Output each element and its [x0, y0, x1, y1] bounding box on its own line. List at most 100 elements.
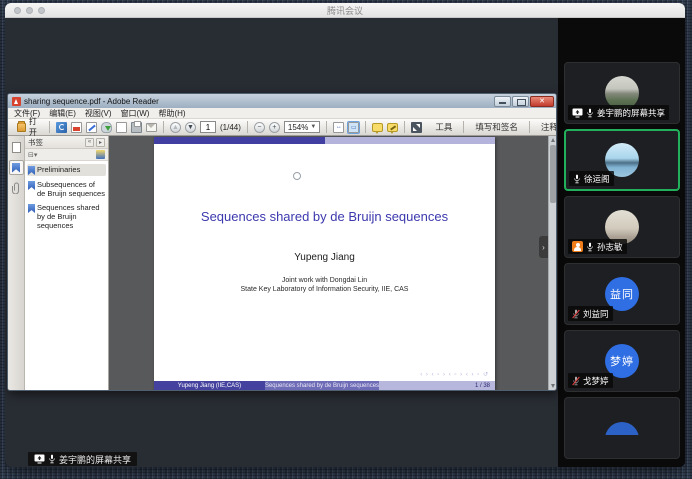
screen-share-label-text: 姜宇鹏的屏幕共享	[59, 453, 131, 466]
bookmark-label: Sequences shared by de Bruijn sequences	[37, 203, 105, 230]
zoom-in-button[interactable]: +	[269, 122, 280, 133]
fullscreen-icon[interactable]	[411, 122, 422, 133]
page-total-label: (1/44)	[220, 123, 241, 132]
comment-button[interactable]: 注释	[536, 121, 557, 133]
footer-author: Yupeng Jiang (IIE,CAS)	[154, 381, 265, 390]
menu-help[interactable]: 帮助(H)	[158, 108, 185, 119]
slide-footer-bar: Yupeng Jiang (IIE,CAS) Sequences shared …	[154, 381, 495, 390]
bookmark-label: Subsequences of de Bruijn sequences	[37, 180, 105, 198]
slide-header-bar	[154, 137, 495, 144]
microphone-icon	[573, 174, 581, 184]
slide-title: Sequences shared by de Bruijn sequences	[154, 209, 495, 224]
screen-share-icon	[34, 454, 45, 464]
fit-page-icon[interactable]: ▭	[348, 122, 359, 133]
bookmarks-panel-title: 书签	[28, 137, 43, 148]
previous-page-button[interactable]: ▲	[170, 122, 181, 133]
menu-view[interactable]: 视图(V)	[85, 108, 112, 119]
cloud-download-icon[interactable]	[101, 122, 112, 133]
microphone-icon	[586, 108, 594, 118]
minimize-window-button[interactable]	[26, 7, 33, 14]
zoom-out-button[interactable]: −	[254, 122, 265, 133]
scroll-down-icon[interactable]	[549, 382, 556, 390]
slide-subtitle-line2: State Key Laboratory of Information Secu…	[154, 286, 495, 293]
attachments-paperclip-icon[interactable]	[9, 180, 24, 195]
meeting-window: 腾讯会议 sharing sequence.pdf - Adobe Reader…	[5, 3, 685, 467]
toolbar-separator	[247, 121, 248, 133]
bookmark-item[interactable]: Preliminaries	[27, 164, 106, 176]
reader-minimize-button[interactable]	[494, 96, 511, 107]
toolbar-separator	[49, 121, 50, 133]
participant-tile[interactable]: 姜宇鹏的屏幕共享	[564, 62, 680, 124]
bookmark-icon	[28, 181, 35, 190]
screen-share-view: sharing sequence.pdf - Adobe Reader 文件(F…	[5, 18, 558, 467]
highlight-comment-icon[interactable]	[387, 123, 398, 132]
bookmark-item[interactable]: Subsequences of de Bruijn sequences	[27, 179, 106, 199]
open-button-label: 打开	[29, 116, 40, 138]
page-number-input[interactable]	[200, 121, 216, 133]
bookmark-icon	[28, 166, 35, 175]
scroll-up-icon[interactable]	[549, 136, 556, 144]
meeting-titlebar: 腾讯会议	[5, 3, 685, 18]
panel-options-icon[interactable]: ▸	[96, 138, 105, 147]
reader-titlebar[interactable]: sharing sequence.pdf - Adobe Reader	[8, 94, 556, 108]
right-pane-toggle[interactable]: ›	[539, 236, 548, 258]
edit-pdf-icon[interactable]	[86, 122, 97, 133]
beamer-navigation-glyphs: ‹ › ‹ ▫ › ‹ ▫ › ‹ › ▫ ↺	[420, 371, 489, 378]
save-pdf-icon[interactable]	[71, 122, 82, 133]
microphone-muted-icon	[572, 309, 580, 319]
screen-share-label: 姜宇鹏的屏幕共享	[28, 452, 137, 466]
participant-name: 徐运阁	[584, 173, 610, 185]
toolbar-separator	[404, 121, 405, 133]
reader-maximize-button[interactable]	[512, 96, 529, 107]
avatar-clipped	[605, 422, 639, 435]
sticky-note-icon[interactable]	[372, 123, 383, 132]
bookmark-icon	[28, 204, 35, 213]
expand-bookmarks-icon[interactable]: ⊟▾	[28, 151, 37, 159]
close-window-button[interactable]	[14, 7, 21, 14]
participant-name: 刘益同	[583, 308, 609, 320]
tools-button[interactable]: 工具	[430, 121, 457, 133]
bookmarks-panel: 书签 « ▸ ⊟▾	[25, 136, 109, 390]
zoom-level-dropdown[interactable]: 154% ▼	[284, 121, 320, 133]
menu-edit[interactable]: 编辑(E)	[49, 108, 76, 119]
print-icon[interactable]	[131, 122, 142, 133]
menu-window[interactable]: 窗口(W)	[121, 108, 150, 119]
page-thumbnails-icon[interactable]	[9, 140, 24, 155]
footer-page-number: 1 / 38	[379, 381, 495, 390]
toolbar-separator	[326, 121, 327, 133]
bookmark-options-icon[interactable]	[96, 150, 105, 159]
host-badge-icon	[572, 241, 583, 252]
institute-logo	[293, 172, 301, 180]
save-file-icon[interactable]	[116, 122, 127, 133]
toolbar-separator	[163, 121, 164, 133]
reader-menubar: 文件(F) 编辑(E) 视图(V) 窗口(W) 帮助(H)	[8, 108, 556, 119]
email-icon[interactable]	[146, 123, 157, 132]
toolbar-separator	[365, 121, 366, 133]
participant-tile[interactable]: 梦婷 戈梦婷	[564, 330, 680, 392]
reader-close-button[interactable]	[530, 96, 554, 107]
bookmarks-panel-icon[interactable]	[9, 160, 24, 175]
document-view: Sequences shared by de Bruijn sequences …	[109, 136, 556, 390]
bookmark-item[interactable]: Sequences shared by de Bruijn sequences	[27, 202, 106, 231]
toolbar-separator	[529, 121, 530, 133]
navigation-pane-strip	[8, 136, 25, 390]
participant-tile-partial[interactable]	[564, 397, 680, 459]
participant-tile[interactable]: 益同 刘益同	[564, 263, 680, 325]
bookmark-label: Preliminaries	[37, 165, 80, 174]
collapse-panel-icon[interactable]: «	[85, 138, 94, 147]
zoom-window-button[interactable]	[38, 7, 45, 14]
next-page-button[interactable]: ▼	[185, 122, 196, 133]
participant-tile-active-speaker[interactable]: 徐运阁	[564, 129, 680, 191]
vertical-scrollbar[interactable]	[548, 136, 556, 390]
participant-name: 姜宇鹏的屏幕共享	[597, 107, 665, 119]
toolbar-separator	[463, 121, 464, 133]
microphone-icon	[48, 454, 56, 464]
slide-subtitle-line1: Joint work with Dongdai Lin	[154, 277, 495, 284]
avatar	[605, 422, 639, 435]
meeting-window-title: 腾讯会议	[327, 4, 363, 17]
scrollbar-thumb[interactable]	[550, 145, 556, 203]
participant-tile[interactable]: 孙志敏	[564, 196, 680, 258]
convert-pdf-icon[interactable]	[56, 122, 67, 133]
fill-sign-button[interactable]: 填写和签名	[470, 121, 523, 133]
fit-width-icon[interactable]: ↔	[333, 122, 344, 133]
